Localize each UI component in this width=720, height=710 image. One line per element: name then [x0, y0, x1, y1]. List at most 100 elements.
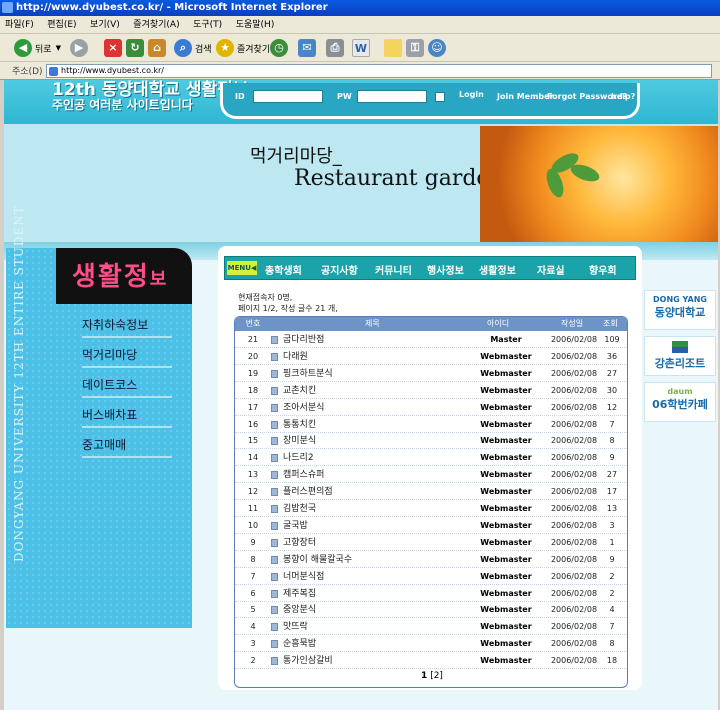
sidebar-item-bus[interactable]: 버스배차표 [82, 406, 172, 428]
table-row[interactable]: 8 봉향이 해물칼국수 Webmaster 2006/02/08 9 [235, 552, 627, 568]
print-button[interactable]: ⎙ [326, 38, 347, 58]
document-icon [271, 471, 278, 480]
messenger-icon: ☺ [428, 39, 446, 57]
row-date: 2006/02/08 [550, 520, 598, 530]
table-row[interactable]: 9 고향장터 Webmaster 2006/02/08 1 [235, 535, 627, 551]
forward-button[interactable]: ▶ [70, 38, 91, 58]
table-row[interactable]: 10 굴국밥 Webmaster 2006/02/08 3 [235, 518, 627, 534]
row-title-link[interactable]: 순흥묵밥 [283, 636, 316, 652]
table-row[interactable]: 5 중앙분식 Webmaster 2006/02/08 4 [235, 602, 627, 619]
table-row[interactable]: 19 핑크하트분식 Webmaster 2006/02/08 27 [235, 366, 627, 382]
nav-archive[interactable]: 자료실 [537, 262, 565, 277]
password-input[interactable] [357, 90, 427, 103]
menu-edit[interactable]: 편집(E) [42, 16, 81, 34]
col-date[interactable]: 작성일 [561, 317, 583, 331]
row-title-link[interactable]: 장미분식 [283, 433, 316, 449]
row-views: 9 [609, 554, 615, 564]
search-button[interactable]: ⌕ 검색 [174, 38, 212, 58]
row-title-link[interactable]: 핑크하트분식 [283, 366, 333, 382]
row-title-link[interactable]: 굴국밥 [283, 518, 308, 534]
menu-tools[interactable]: 도구(T) [188, 16, 227, 34]
table-row[interactable]: 18 교촌치킨 Webmaster 2006/02/08 30 [235, 383, 627, 399]
join-member-link[interactable]: Join Member [497, 92, 554, 101]
table-row[interactable]: 21 굽다리반점 Master 2006/02/08 109 [235, 332, 627, 348]
nav-alumni[interactable]: 향우회 [589, 262, 617, 277]
table-row[interactable]: 15 장미분식 Webmaster 2006/02/08 8 [235, 433, 627, 450]
row-title-link[interactable]: 맛뜨락 [283, 619, 308, 635]
table-row[interactable]: 2 통가인삼갈비 Webmaster 2006/02/08 18 [235, 653, 627, 670]
col-author[interactable]: 아이디 [487, 317, 509, 331]
row-title-link[interactable]: 제주복집 [283, 586, 316, 602]
banner-class-cafe[interactable]: daum 06학번카페 [644, 382, 716, 422]
nav-life-info[interactable]: 생활정보 [479, 262, 516, 277]
menu-help[interactable]: 도움말(H) [231, 16, 280, 34]
history-button[interactable]: ◷ [270, 38, 291, 58]
menu-view[interactable]: 보기(V) [85, 16, 125, 34]
row-title-link[interactable]: 굽다리반점 [283, 332, 324, 348]
sidebar-item-housing[interactable]: 자취하숙정보 [82, 316, 172, 338]
edit-button[interactable]: W [352, 38, 373, 58]
row-title-link[interactable]: 다래원 [283, 349, 308, 365]
home-button[interactable]: ⌂ [148, 38, 169, 58]
row-title-link[interactable]: 김밥천국 [283, 501, 316, 517]
row-views: 109 [604, 335, 620, 344]
col-views[interactable]: 조회 [603, 317, 618, 331]
table-row[interactable]: 17 조아서분식 Webmaster 2006/02/08 12 [235, 400, 627, 416]
row-title-link[interactable]: 교촌치킨 [283, 383, 316, 399]
row-title-link[interactable]: 나드리2 [283, 450, 314, 466]
table-row[interactable]: 6 제주복집 Webmaster 2006/02/08 2 [235, 586, 627, 602]
row-author: Webmaster [480, 588, 532, 598]
table-row[interactable]: 7 너머분식점 Webmaster 2006/02/08 2 [235, 569, 627, 585]
row-title-link[interactable]: 너머분식점 [283, 569, 324, 585]
sidebar-item-dating[interactable]: 데이트코스 [82, 376, 172, 398]
row-title-link[interactable]: 조아서분식 [283, 400, 324, 416]
row-title-link[interactable]: 고향장터 [283, 535, 316, 551]
row-author: Webmaster [480, 402, 532, 412]
table-row[interactable]: 20 다래원 Webmaster 2006/02/08 36 [235, 349, 627, 365]
col-no[interactable]: 번호 [243, 317, 263, 331]
row-title-link[interactable]: 캠퍼스슈퍼 [283, 467, 324, 483]
document-icon [271, 403, 278, 412]
back-button[interactable]: ◀ 뒤로 ▼ [14, 38, 61, 58]
table-row[interactable]: 13 캠퍼스슈퍼 Webmaster 2006/02/08 27 [235, 467, 627, 484]
document-icon [271, 555, 278, 564]
table-row[interactable]: 16 통통치킨 Webmaster 2006/02/08 7 [235, 417, 627, 433]
row-title-link[interactable]: 플러스편의점 [283, 484, 333, 500]
col-title[interactable]: 제목 [365, 317, 380, 331]
banner-gangchon-resort[interactable]: 강촌리조트 [644, 336, 716, 376]
refresh-button[interactable]: ↻ [126, 38, 147, 58]
nav-events[interactable]: 행사정보 [427, 262, 464, 277]
site-logo[interactable]: 12th 동양대학교 생활정보 주인공 여러분 사이트입니다 [52, 82, 248, 113]
menu-favorites[interactable]: 즐겨찾기(A) [128, 16, 184, 34]
favorites-button[interactable]: ★ 즐겨찾기 [216, 38, 270, 58]
stop-button[interactable]: × [104, 38, 125, 58]
table-row[interactable]: 4 맛뜨락 Webmaster 2006/02/08 7 [235, 619, 627, 636]
menu-file[interactable]: 파일(F) [0, 16, 39, 34]
row-title-link[interactable]: 통가인삼갈비 [283, 653, 333, 669]
remember-checkbox[interactable] [435, 92, 445, 102]
messenger-button[interactable]: ☺ [428, 38, 449, 58]
address-input[interactable]: http://www.dyubest.co.kr/ [46, 64, 712, 78]
table-row[interactable]: 11 김밥천국 Webmaster 2006/02/08 13 [235, 501, 627, 517]
row-title-link[interactable]: 통통치킨 [283, 417, 316, 433]
nav-notice[interactable]: 공지사항 [321, 262, 358, 277]
mail-button[interactable]: ✉ [298, 38, 319, 58]
id-input[interactable] [253, 90, 323, 103]
banner-dongyang-univ[interactable]: DONG YANG 동양대학교 [644, 290, 716, 330]
nav-community[interactable]: 커뮤니티 [375, 262, 412, 277]
table-row[interactable]: 14 나드리2 Webmaster 2006/02/08 9 [235, 450, 627, 467]
row-title-link[interactable]: 중앙분식 [283, 602, 316, 618]
table-row[interactable]: 3 순흥묵밥 Webmaster 2006/02/08 8 [235, 636, 627, 653]
row-title-link[interactable]: 봉향이 해물칼국수 [283, 552, 352, 568]
notes-button[interactable] [384, 38, 405, 58]
table-row[interactable]: 12 플러스편의점 Webmaster 2006/02/08 17 [235, 484, 627, 501]
login-button[interactable]: Login [459, 90, 484, 99]
sidebar-item-food[interactable]: 먹거리마당 [82, 346, 172, 368]
sidebar-item-market[interactable]: 중고매매 [82, 436, 172, 458]
page-current[interactable]: 1 [421, 671, 427, 681]
page-link[interactable]: [2] [430, 671, 443, 681]
nav-student-council[interactable]: 총학생회 [265, 262, 302, 277]
key-button[interactable]: ⚿ [406, 38, 427, 58]
row-date: 2006/02/08 [550, 571, 598, 581]
help-link[interactable]: help? [611, 92, 635, 101]
